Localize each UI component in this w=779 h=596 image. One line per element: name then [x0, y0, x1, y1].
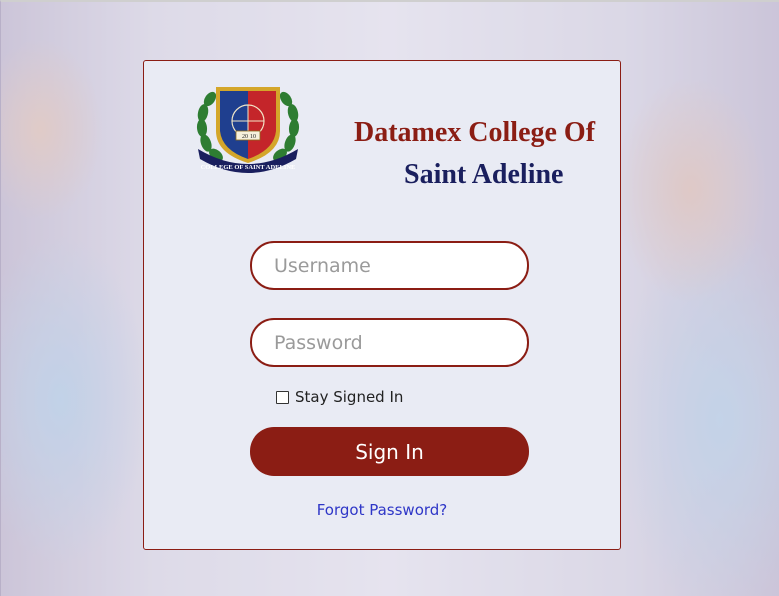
username-input[interactable] [250, 241, 529, 290]
seal-ribbon-text: COLLEGE OF SAINT ADELINE [201, 164, 296, 171]
brand-header: 20 10 COLLEGE OF SAINT ADELINE Datamex C… [192, 83, 596, 190]
college-title-line1: Datamex College Of [354, 117, 596, 148]
seal-year-left: 20 [242, 134, 248, 140]
password-input[interactable] [250, 318, 529, 367]
stay-signed-in-checkbox[interactable] [276, 390, 289, 404]
college-seal-icon: 20 10 COLLEGE OF SAINT ADELINE [196, 87, 300, 173]
sign-in-button[interactable]: Sign In [250, 427, 529, 476]
forgot-password-link[interactable]: Forgot Password? [144, 501, 620, 519]
seal-year-right: 10 [250, 134, 256, 140]
stay-signed-in-label: Stay Signed In [295, 388, 404, 406]
login-card: 20 10 COLLEGE OF SAINT ADELINE Datamex C… [143, 60, 621, 550]
stay-signed-in-option[interactable]: Stay Signed In [276, 388, 403, 406]
college-title-line2: Saint Adeline [404, 159, 564, 190]
